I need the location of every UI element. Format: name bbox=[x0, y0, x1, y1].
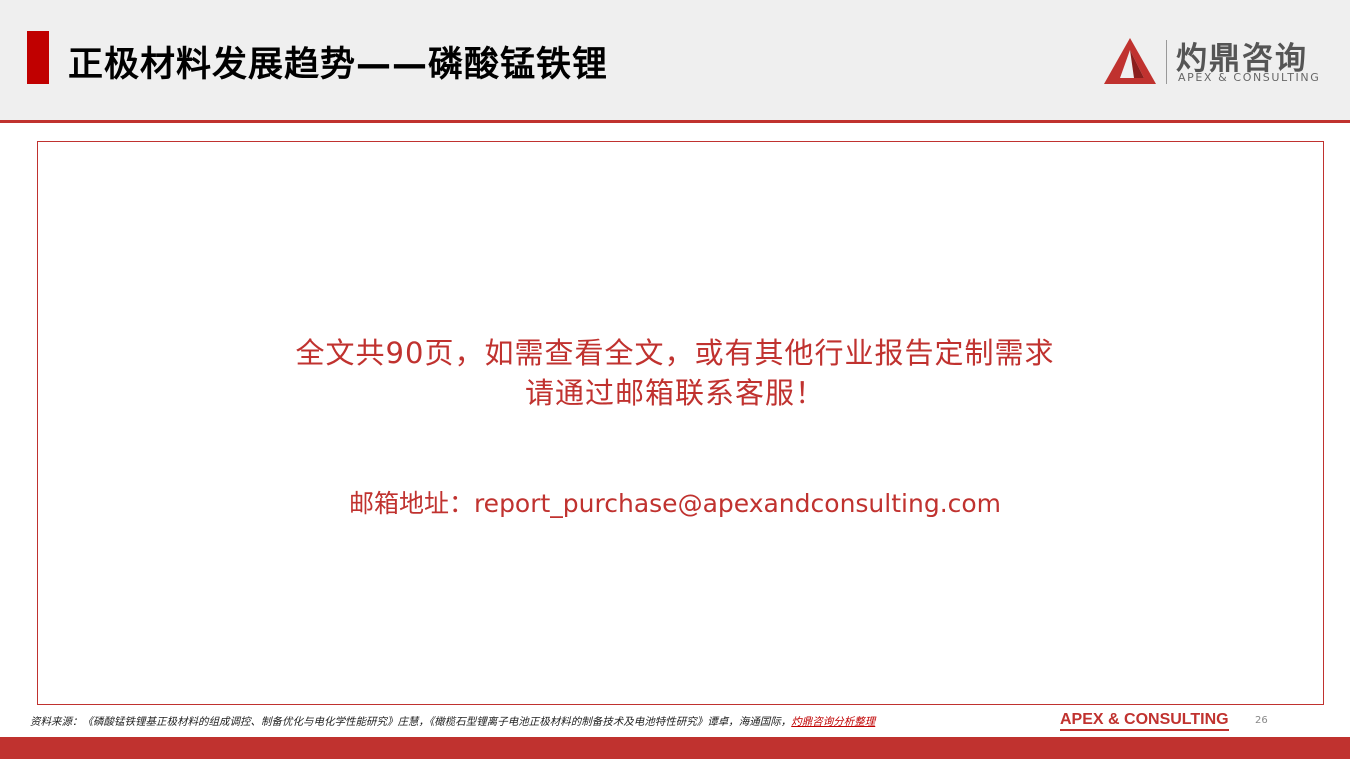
source-text: 资料来源：《磷酸锰铁锂基正极材料的组成调控、制备优化与电化学性能研究》庄慧，《橄… bbox=[30, 716, 792, 728]
title-accent-bar bbox=[27, 31, 49, 84]
source-citation: 资料来源：《磷酸锰铁锂基正极材料的组成调控、制备优化与电化学性能研究》庄慧，《橄… bbox=[30, 714, 875, 729]
source-highlight: 灼鼎咨询分析整理 bbox=[791, 716, 876, 728]
notice-line-1: 全文共90页，如需查看全文，或有其他行业报告定制需求 bbox=[295, 336, 1055, 370]
apex-logo-icon bbox=[1104, 38, 1156, 84]
footer-brand: APEX & CONSULTING bbox=[1060, 711, 1229, 731]
content-frame bbox=[37, 141, 1324, 705]
logo-divider bbox=[1166, 40, 1167, 84]
page-title: 正极材料发展趋势——磷酸锰铁锂 bbox=[68, 45, 609, 85]
notice-line-2: 请通过邮箱联系客服！ bbox=[524, 376, 825, 410]
logo-english-name: APEX & CONSULTING bbox=[1178, 71, 1321, 84]
header-divider bbox=[0, 120, 1350, 123]
email-address[interactable]: 邮箱地址：report_purchase@apexandconsulting.c… bbox=[0, 484, 1350, 520]
bottom-bar bbox=[0, 737, 1350, 759]
page-number: 26 bbox=[1255, 715, 1268, 726]
